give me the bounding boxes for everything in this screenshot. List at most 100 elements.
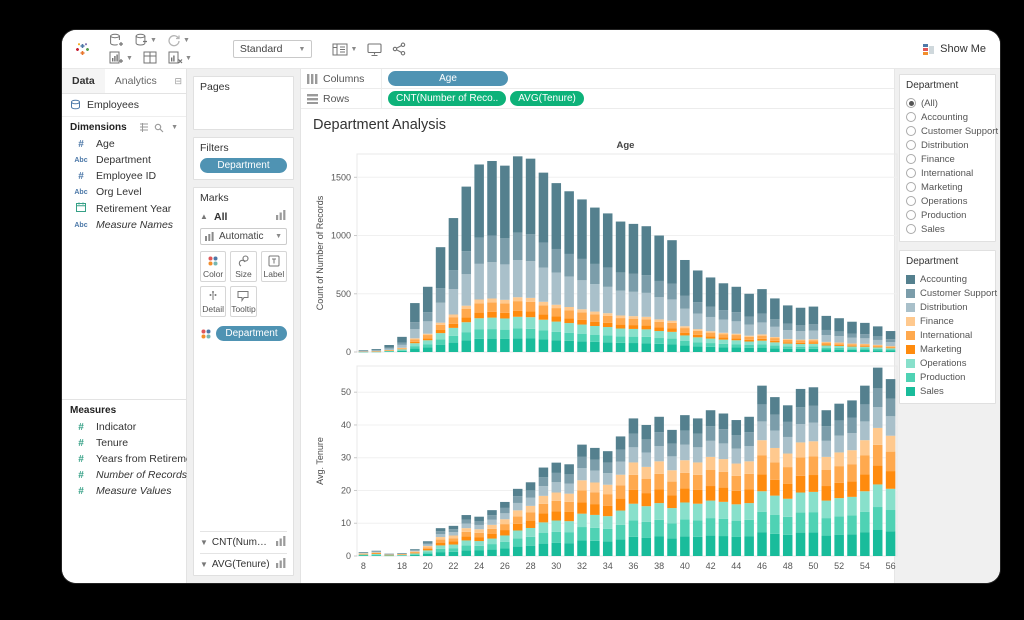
bar-segment[interactable] [796, 325, 806, 331]
dimension-field[interactable]: Retirement Year [62, 200, 186, 217]
bar-segment[interactable] [384, 349, 394, 350]
bar-segment[interactable] [423, 335, 433, 338]
bar-segment[interactable] [526, 159, 536, 234]
bar-segment[interactable] [886, 347, 896, 348]
bar-segment[interactable] [860, 338, 870, 344]
bar-segment[interactable] [847, 344, 857, 345]
chart-area[interactable]: 050010001500Count of Number of Records01… [311, 152, 894, 583]
bar-segment[interactable] [783, 330, 793, 339]
bar-segment[interactable] [577, 514, 587, 527]
bar-segment[interactable] [552, 532, 562, 543]
bar-segment[interactable] [410, 550, 420, 551]
bar-segment[interactable] [680, 536, 690, 556]
measure-field[interactable]: #Number of Records [62, 467, 186, 483]
bar-segment[interactable] [372, 349, 382, 350]
bar-segment[interactable] [783, 349, 793, 352]
bar-segment[interactable] [462, 340, 472, 352]
tab-data[interactable]: Data [62, 69, 105, 93]
bar-segment[interactable] [616, 499, 626, 511]
bar-segment[interactable] [539, 243, 549, 268]
bar-segment[interactable] [783, 346, 793, 348]
bar-segment[interactable] [732, 420, 742, 435]
bar-segment[interactable] [487, 312, 497, 318]
bar-segment[interactable] [693, 434, 703, 448]
label-button[interactable]: Label [261, 251, 287, 282]
bar-segment[interactable] [603, 342, 613, 352]
bar-segment[interactable] [410, 343, 420, 346]
bar-segment[interactable] [744, 474, 754, 489]
bar-segment[interactable] [822, 346, 832, 348]
rows-shelf[interactable]: Rows CNT(Number of Reco..AVG(Tenure) [301, 89, 894, 109]
bar-segment[interactable] [474, 164, 484, 237]
bar-segment[interactable] [783, 437, 793, 454]
bar-segment[interactable] [629, 462, 639, 474]
bar-segment[interactable] [680, 473, 690, 488]
bar-segment[interactable] [642, 506, 652, 522]
bar-segment[interactable] [796, 457, 806, 475]
bar-segment[interactable] [822, 426, 832, 441]
bar-segment[interactable] [642, 425, 652, 439]
bar-segment[interactable] [809, 492, 819, 512]
bar-segment[interactable] [886, 379, 896, 398]
bar-segment[interactable] [886, 351, 896, 352]
bar-segment[interactable] [629, 274, 639, 292]
bar-segment[interactable] [539, 320, 549, 331]
bar-segment[interactable] [449, 542, 459, 545]
bar-segment[interactable] [680, 326, 690, 328]
bar-segment[interactable] [757, 491, 767, 511]
bar-segment[interactable] [577, 280, 587, 309]
bar-segment[interactable] [564, 543, 574, 556]
bar-segment[interactable] [397, 349, 407, 350]
bar-segment[interactable] [449, 552, 459, 556]
bar-segment[interactable] [732, 491, 742, 505]
bar-segment[interactable] [474, 551, 484, 557]
legend-item[interactable]: International [906, 328, 989, 342]
bar-segment[interactable] [770, 448, 780, 462]
bar-segment[interactable] [513, 338, 523, 352]
tooltip-button[interactable]: Tooltip [230, 286, 257, 317]
bar-segment[interactable] [474, 525, 484, 529]
bar-segment[interactable] [564, 502, 574, 512]
bar-segment[interactable] [410, 549, 420, 550]
bar-segment[interactable] [616, 525, 626, 539]
bar-segment[interactable] [809, 387, 819, 406]
bar-segment[interactable] [744, 520, 754, 537]
bar-segment[interactable] [654, 432, 664, 446]
bar-segment[interactable] [719, 536, 729, 556]
bar-segment[interactable] [603, 473, 613, 485]
bar-segment[interactable] [847, 347, 857, 349]
bar-segment[interactable] [462, 274, 472, 305]
bar-segment[interactable] [642, 319, 652, 325]
bar-segment[interactable] [590, 482, 600, 492]
bar-segment[interactable] [654, 297, 664, 319]
bar-segment[interactable] [757, 404, 767, 421]
bar-segment[interactable] [603, 541, 613, 556]
bar-segment[interactable] [487, 235, 497, 262]
bar-segment[interactable] [539, 486, 549, 496]
bar-segment[interactable] [603, 213, 613, 267]
bar-segment[interactable] [744, 342, 754, 345]
bar-segment[interactable] [706, 347, 716, 352]
bar-segment[interactable] [449, 218, 459, 270]
bar-segment[interactable] [796, 331, 806, 339]
size-button[interactable]: Size [230, 251, 257, 282]
bar-segment[interactable] [732, 476, 742, 491]
bar-segment[interactable] [654, 322, 664, 328]
bar-segment[interactable] [410, 339, 420, 341]
bar-segment[interactable] [744, 446, 754, 461]
bar-segment[interactable] [372, 552, 382, 553]
bar-segment[interactable] [770, 337, 780, 338]
bar-segment[interactable] [693, 447, 703, 462]
bar-segment[interactable] [474, 533, 484, 537]
bar-segment[interactable] [667, 444, 677, 457]
bar-segment[interactable] [590, 448, 600, 460]
bar-segment[interactable] [706, 486, 716, 501]
bar-segment[interactable] [822, 486, 832, 501]
bar-segment[interactable] [719, 333, 729, 334]
bar-segment[interactable] [822, 457, 832, 470]
legend-item[interactable]: Finance [906, 314, 989, 328]
bar-segment[interactable] [552, 273, 562, 305]
bar-segment[interactable] [436, 528, 446, 531]
bar-segment[interactable] [654, 520, 664, 537]
fit-selector[interactable]: Standard ▼ [233, 40, 313, 58]
